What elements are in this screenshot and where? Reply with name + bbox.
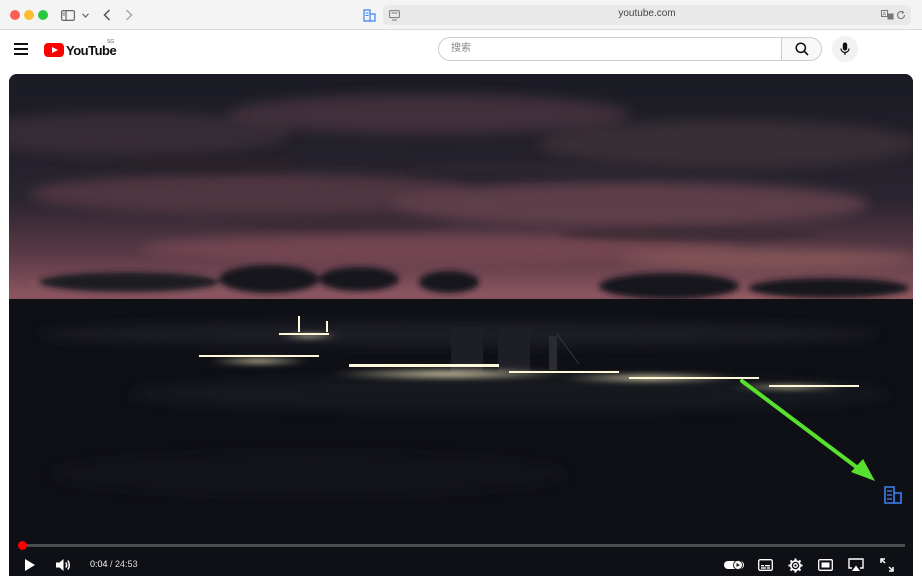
search-input[interactable] bbox=[449, 42, 773, 55]
settings-button[interactable] bbox=[785, 555, 805, 575]
duration: 24:53 bbox=[115, 559, 138, 569]
subtitles-icon bbox=[757, 559, 773, 571]
time-separator: / bbox=[107, 559, 116, 569]
chevron-down-icon[interactable] bbox=[80, 6, 90, 24]
url-text: youtube.com bbox=[618, 8, 676, 19]
microphone-icon bbox=[840, 42, 850, 55]
search-icon bbox=[794, 42, 809, 56]
miniplayer-icon bbox=[817, 559, 833, 571]
reader-icon[interactable] bbox=[361, 6, 377, 24]
youtube-logo[interactable]: YouTube bbox=[44, 41, 117, 59]
settings-gear-icon bbox=[788, 558, 802, 572]
reload-icon[interactable] bbox=[894, 6, 908, 24]
fullscreen-icon bbox=[880, 558, 894, 572]
autoplay-toggle[interactable] bbox=[723, 555, 745, 575]
translate-icon[interactable]: A bbox=[880, 6, 894, 24]
browser-toolbar: youtube.com A bbox=[0, 0, 922, 30]
time-display: 0:04 / 24:53 bbox=[90, 559, 138, 569]
search-button[interactable] bbox=[781, 37, 822, 61]
forward-icon[interactable] bbox=[122, 6, 136, 24]
play-icon bbox=[25, 559, 35, 571]
menu-icon[interactable] bbox=[14, 43, 28, 55]
subtitles-button[interactable] bbox=[755, 555, 775, 575]
zoom-window-button[interactable] bbox=[38, 10, 48, 20]
address-bar[interactable]: youtube.com A bbox=[383, 5, 911, 25]
back-icon[interactable] bbox=[100, 6, 114, 24]
current-time: 0:04 bbox=[90, 559, 108, 569]
youtube-play-logo-icon bbox=[44, 43, 64, 57]
svg-text:A: A bbox=[882, 12, 886, 18]
scrubber-handle[interactable] bbox=[17, 541, 27, 550]
volume-button[interactable] bbox=[53, 555, 73, 575]
play-button[interactable] bbox=[21, 555, 39, 575]
airplay-button[interactable] bbox=[846, 555, 866, 575]
miniplayer-button[interactable] bbox=[815, 555, 835, 575]
reader-icon[interactable] bbox=[882, 484, 904, 506]
volume-icon bbox=[55, 559, 70, 571]
video-frame bbox=[9, 74, 913, 576]
progress-bar[interactable] bbox=[17, 541, 905, 550]
voice-search-button[interactable] bbox=[832, 36, 858, 62]
airplay-icon bbox=[848, 558, 864, 571]
close-window-button[interactable] bbox=[10, 10, 20, 20]
minimize-window-button[interactable] bbox=[24, 10, 34, 20]
region-code: SG bbox=[107, 39, 115, 45]
search-box bbox=[438, 37, 782, 61]
video-player[interactable]: 0:04 / 24:53 bbox=[9, 74, 913, 576]
sidebar-icon[interactable] bbox=[60, 6, 76, 24]
youtube-header: YouTube SG bbox=[0, 31, 922, 71]
fullscreen-button[interactable] bbox=[877, 555, 897, 575]
